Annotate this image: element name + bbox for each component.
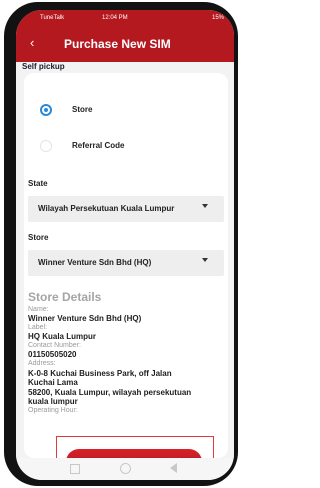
- label-label: Label:: [28, 324, 48, 331]
- recent-apps-icon[interactable]: [70, 464, 80, 474]
- address-line-3: 58200, Kuala Lumpur, wilayah persekutuan: [28, 388, 192, 397]
- radio-option-store[interactable]: Store: [24, 100, 228, 122]
- status-bar: TuneTalk 12:04 PM 15%: [16, 10, 234, 28]
- app-screen: TuneTalk 12:04 PM 15% ‹ Purchase New SIM…: [16, 10, 234, 480]
- address-line-1: K-0-8 Kuchai Business Park, off Jalan: [28, 369, 172, 378]
- name-label: Name:: [28, 306, 49, 313]
- state-value: Wilayah Persekutuan Kuala Lumpur: [38, 204, 175, 213]
- address-line-4: kuala lumpur: [28, 397, 78, 406]
- label-value: HQ Kuala Lumpur: [28, 332, 97, 341]
- chevron-left-icon[interactable]: ‹: [30, 36, 34, 50]
- clock: 12:04 PM: [102, 15, 128, 21]
- radio-unselected-icon[interactable]: [40, 140, 52, 152]
- phone-frame: TuneTalk 12:04 PM 15% ‹ Purchase New SIM…: [4, 2, 238, 486]
- store-details-title: Store Details: [28, 290, 102, 304]
- app-bar: ‹ Purchase New SIM: [16, 28, 234, 62]
- address-label: Address:: [28, 360, 56, 367]
- radio-label-store: Store: [72, 105, 93, 114]
- store-value: Winner Venture Sdn Bhd (HQ): [38, 258, 152, 267]
- system-nav-bar: [16, 458, 234, 480]
- dropdown-caret-icon: [202, 204, 208, 208]
- radio-label-referral-code: Referral Code: [72, 141, 125, 150]
- address-line-2: Kuchai Lama: [28, 378, 78, 387]
- operating-hour-label: Operating Hour:: [28, 407, 78, 414]
- state-dropdown[interactable]: Wilayah Persekutuan Kuala Lumpur: [28, 196, 224, 222]
- contact-value: 01150505020: [28, 350, 77, 359]
- home-icon[interactable]: [120, 463, 131, 474]
- back-icon[interactable]: [170, 463, 177, 473]
- store-label: Store: [28, 233, 49, 242]
- state-label: State: [28, 179, 48, 188]
- page-title: Purchase New SIM: [64, 37, 171, 51]
- contact-label: Contact Number:: [28, 342, 81, 349]
- main-content[interactable]: Self pickup Store Referral Code State Wi…: [16, 62, 234, 480]
- name-value: Winner Venture Sdn Bhd (HQ): [28, 314, 142, 323]
- pickup-card: Store Referral Code State Wilayah Persek…: [24, 73, 228, 458]
- section-label: Self pickup: [22, 62, 65, 71]
- store-dropdown[interactable]: Winner Venture Sdn Bhd (HQ): [28, 250, 224, 276]
- radio-option-referral-code[interactable]: Referral Code: [24, 136, 228, 158]
- battery-level: 15%: [211, 15, 224, 21]
- dropdown-caret-icon: [202, 258, 208, 262]
- radio-selected-icon[interactable]: [40, 104, 52, 116]
- carrier-name: TuneTalk: [40, 15, 65, 21]
